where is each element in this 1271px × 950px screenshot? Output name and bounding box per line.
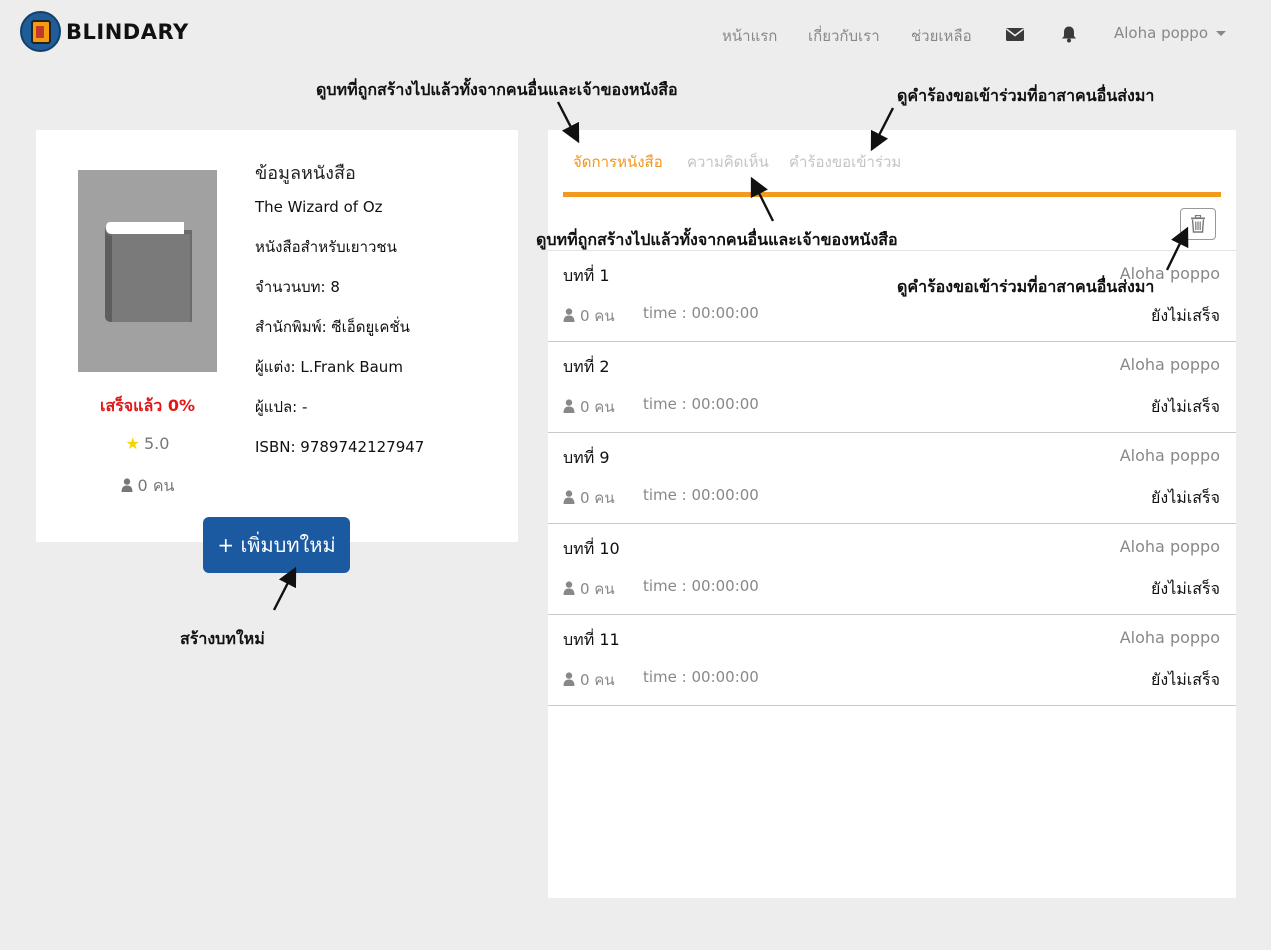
tab-join-requests[interactable]: คำร้องขอเข้าร่วม: [789, 150, 901, 174]
chapter-title: บทที่ 10: [563, 539, 620, 558]
chapter-time: time : 00:00:00: [643, 304, 759, 322]
chapter-status: ยังไม่เสร็จ: [1151, 670, 1220, 689]
chapter-readers: 0 คน: [563, 304, 615, 328]
nav-about-link[interactable]: เกี่ยวกับเรา: [808, 24, 880, 48]
chapter-owner: Aloha poppo: [1119, 355, 1220, 374]
book-title: The Wizard of Oz: [255, 198, 383, 216]
book-chapter-count: จำนวนบท: 8: [255, 278, 340, 296]
annotation-add-chapter: สร้างบทใหม่: [180, 629, 265, 648]
chapter-owner: Aloha poppo: [1119, 446, 1220, 465]
chapter-list: บทที่ 1 Aloha poppo 0 คน time : 00:00:00…: [548, 250, 1236, 706]
tab-manage-book[interactable]: จัดการหนังสือ: [573, 150, 663, 174]
chapter-row[interactable]: บทที่ 10 Aloha poppo 0 คน time : 00:00:0…: [548, 524, 1236, 615]
rating-value: 5.0: [143, 434, 170, 453]
chapter-owner: Aloha poppo: [1119, 628, 1220, 647]
chapter-time: time : 00:00:00: [643, 486, 759, 504]
chapter-row[interactable]: บทที่ 2 Aloha poppo 0 คน time : 00:00:00…: [548, 342, 1236, 433]
chapter-title: บทที่ 1: [563, 266, 610, 285]
user-name: Aloha poppo: [1114, 24, 1208, 42]
chapter-status: ยังไม่เสร็จ: [1151, 306, 1220, 325]
delete-button[interactable]: [1180, 208, 1216, 240]
user-icon: [563, 672, 575, 686]
chapter-readers-count: 0 คน: [580, 489, 615, 507]
trash-icon: [1191, 215, 1205, 233]
book-author: ผู้แต่ง: L.Frank Baum: [255, 358, 403, 376]
book-isbn: ISBN: 9789742127947: [255, 438, 425, 456]
chapter-readers-count: 0 คน: [580, 671, 615, 689]
navbar: BLINDARY หน้าแรก เกี่ยวกับเรา ช่วยเหลือ …: [0, 0, 1271, 66]
chapter-readers: 0 คน: [563, 668, 615, 692]
arrow-add-chapter: [272, 566, 297, 611]
user-icon: [563, 399, 575, 413]
chapter-title: บทที่ 2: [563, 357, 610, 376]
book-publisher: สำนักพิมพ์: ซีเอ็ดยูเคชั่น: [255, 318, 410, 336]
annotation-comments-tab: ดูบทที่ถูกสร้างไปแล้วทั้งจากคนอื่นและเจ้…: [536, 230, 898, 249]
chapter-readers-count: 0 คน: [580, 580, 615, 598]
book-details: ข้อมูลหนังสือ The Wizard of Oz หนังสือสำ…: [255, 158, 424, 477]
user-icon: [563, 490, 575, 504]
bell-icon[interactable]: [1059, 25, 1079, 43]
user-icon: [563, 581, 575, 595]
book-cover: [78, 170, 217, 372]
chapter-readers: 0 คน: [563, 395, 615, 419]
chapter-title: บทที่ 11: [563, 630, 620, 649]
completion-progress: เสร็จแล้ว 0%: [99, 396, 196, 415]
star-icon: ★: [125, 434, 140, 453]
nav-home-link[interactable]: หน้าแรก: [722, 24, 777, 48]
chapter-owner: Aloha poppo: [1119, 537, 1220, 556]
chapter-time: time : 00:00:00: [643, 577, 759, 595]
chapter-readers: 0 คน: [563, 486, 615, 510]
user-icon: [563, 308, 575, 322]
chapter-readers-count: 0 คน: [580, 398, 615, 416]
envelope-icon[interactable]: [1005, 25, 1025, 43]
book-category: หนังสือสำหรับเยาวชน: [255, 238, 397, 256]
chapter-status: ยังไม่เสร็จ: [1151, 397, 1220, 416]
tab-comments[interactable]: ความคิดเห็น: [687, 150, 769, 174]
chapter-readers: 0 คน: [563, 577, 615, 601]
chapter-readers-count: 0 คน: [580, 307, 615, 325]
chapter-status: ยังไม่เสร็จ: [1151, 579, 1220, 598]
readers-count: 0 คน: [137, 476, 175, 495]
chapter-time: time : 00:00:00: [643, 668, 759, 686]
book-info-panel: เสร็จแล้ว 0% ★ 5.0 0 คน ข้อมูลหนังสือ The…: [36, 130, 518, 542]
book-rating: ★ 5.0: [78, 434, 217, 453]
user-icon: [121, 478, 133, 492]
active-tab-underline: [563, 192, 1221, 197]
nav-help-link[interactable]: ช่วยเหลือ: [911, 24, 972, 48]
chapter-status: ยังไม่เสร็จ: [1151, 488, 1220, 507]
chapter-row[interactable]: บทที่ 9 Aloha poppo 0 คน time : 00:00:00…: [548, 433, 1236, 524]
chapter-title: บทที่ 9: [563, 448, 610, 467]
book-info-heading: ข้อมูลหนังสือ: [255, 163, 356, 184]
nav-links: หน้าแรก เกี่ยวกับเรา ช่วยเหลือ Aloha pop…: [0, 20, 1271, 48]
chapter-time: time : 00:00:00: [643, 395, 759, 413]
annotation-manage-tab: ดูบทที่ถูกสร้างไปแล้วทั้งจากคนอื่นและเจ้…: [316, 80, 678, 99]
book-readers: 0 คน: [78, 474, 217, 499]
add-chapter-button[interactable]: + เพิ่มบทใหม่: [203, 517, 350, 573]
chevron-down-icon: [1216, 31, 1226, 36]
annotation-requests-tab: ดูคำร้องขอเข้าร่วมที่อาสาคนอื่นส่งมา: [897, 86, 1155, 105]
user-menu[interactable]: Aloha poppo: [1114, 24, 1226, 42]
book-icon: [104, 222, 192, 322]
book-translator: ผู้แปล: -: [255, 398, 308, 416]
chapter-row[interactable]: บทที่ 11 Aloha poppo 0 คน time : 00:00:0…: [548, 615, 1236, 706]
annotation-trash: ดูคำร้องขอเข้าร่วมที่อาสาคนอื่นส่งมา: [897, 277, 1155, 296]
